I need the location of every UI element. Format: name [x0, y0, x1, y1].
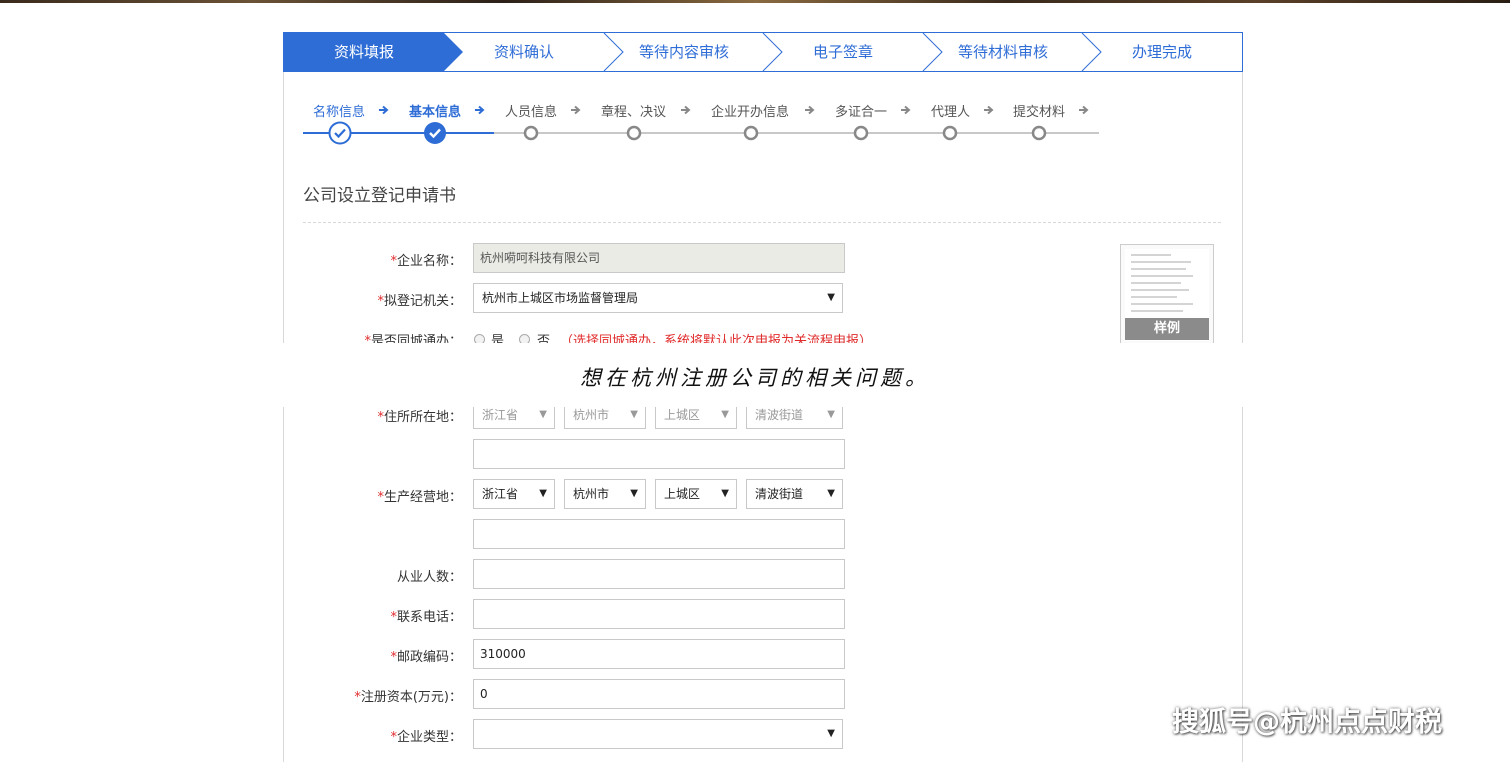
- arrow-right-icon: [984, 105, 994, 115]
- step-material-review: 等待材料审核: [957, 43, 1048, 61]
- watermark: 搜狐号@杭州点点财税: [1172, 707, 1442, 738]
- substep-remaining-line: [494, 132, 1099, 134]
- step-content-review: 等待内容审核: [638, 43, 729, 61]
- substep-personnel-info: 人员信息: [505, 105, 558, 120]
- pending-node-icon: [743, 125, 759, 141]
- step-confirm-info: 资料确认: [493, 43, 554, 61]
- overlay-caption: 想在杭州注册公司的相关问题。: [580, 366, 930, 390]
- company-type-label: *企业类型：: [390, 730, 462, 745]
- business-place-label: *生产经营地：: [377, 490, 462, 505]
- business-district-select[interactable]: 上城区 ▼: [655, 479, 737, 509]
- arrow-right-icon: [475, 105, 485, 115]
- caret-down-icon: ▼: [721, 409, 729, 420]
- substep-submit: 提交材料: [1013, 105, 1066, 120]
- sample-badge: 样例: [1125, 318, 1209, 340]
- top-decor-strip: [0, 0, 1510, 3]
- arrow-right-icon: [571, 105, 581, 115]
- pending-node-icon: [1031, 125, 1047, 141]
- caret-down-icon: ▼: [721, 488, 729, 499]
- registration-authority-select[interactable]: 杭州市上城区市场监督管理局 ▼: [473, 283, 843, 313]
- postal-code-label: *邮政编码：: [390, 650, 462, 665]
- employees-label: 从业人数：: [396, 570, 462, 585]
- arrow-right-icon: [901, 105, 911, 115]
- business-city-select[interactable]: 杭州市 ▼: [564, 479, 646, 509]
- page-title: 公司设立登记申请书: [303, 186, 456, 206]
- capital-label: *注册资本(万元)：: [354, 690, 462, 705]
- postal-code-input[interactable]: 310000: [473, 639, 845, 669]
- arrow-right-icon: [1079, 105, 1089, 115]
- pending-node-icon: [942, 125, 958, 141]
- pending-node-icon: [626, 125, 642, 141]
- domicile-city-select[interactable]: 杭州市 ▼: [564, 407, 646, 429]
- company-name-label: *企业名称：: [390, 254, 462, 269]
- arrow-right-icon: [379, 105, 389, 115]
- phone-input[interactable]: [473, 599, 845, 629]
- caret-down-icon: ▼: [630, 409, 638, 420]
- caret-down-icon: ▼: [827, 488, 835, 499]
- substep-agent: 代理人: [931, 105, 971, 120]
- arrow-right-icon: [681, 105, 691, 115]
- business-detail-input[interactable]: [473, 519, 845, 549]
- business-street-select[interactable]: 清波街道 ▼: [746, 479, 843, 509]
- substep-articles: 章程、决议: [601, 105, 667, 120]
- substep-business-setup: 企业开办信息: [711, 105, 790, 120]
- registration-authority-label: *拟登记机关：: [377, 294, 462, 309]
- step-e-signature: 电子签章: [812, 43, 873, 61]
- capital-input[interactable]: 0: [473, 679, 845, 709]
- caret-down-icon: ▼: [827, 728, 835, 739]
- phone-label: *联系电话：: [390, 610, 462, 625]
- substep-multi-cert: 多证合一: [835, 105, 888, 120]
- caret-down-icon: ▼: [539, 488, 547, 499]
- pending-node-icon: [853, 125, 869, 141]
- check-circle-outline-icon: [328, 121, 352, 145]
- domicile-district-select[interactable]: 上城区 ▼: [655, 407, 737, 429]
- pending-node-icon: [523, 125, 539, 141]
- domicile-province-select[interactable]: 浙江省 ▼: [473, 407, 555, 429]
- step-complete: 办理完成: [1131, 43, 1192, 61]
- substep-name-info[interactable]: 名称信息: [313, 101, 365, 120]
- substep-basic-info[interactable]: 基本信息: [409, 101, 461, 120]
- caret-down-icon: ▼: [630, 488, 638, 499]
- company-name-field: 杭州嗬呵科技有限公司: [473, 243, 845, 273]
- arrow-right-icon: [805, 105, 815, 115]
- caret-down-icon: ▼: [827, 409, 835, 420]
- title-divider: [303, 222, 1221, 223]
- company-type-select[interactable]: ▼: [473, 719, 843, 749]
- business-province-select[interactable]: 浙江省 ▼: [473, 479, 555, 509]
- sample-preview[interactable]: 样例: [1120, 244, 1214, 346]
- domicile-street-select[interactable]: 清波街道 ▼: [746, 407, 843, 429]
- domicile-detail-input[interactable]: [473, 439, 845, 469]
- caret-down-icon: ▼: [827, 292, 835, 303]
- caret-down-icon: ▼: [539, 409, 547, 420]
- domicile-label: *住所所在地：: [377, 410, 462, 425]
- check-circle-filled-icon: [424, 122, 446, 144]
- progress-stepbar: 资料填报 资料确认 等待内容审核 电子签章 等待材料审核 办理完成: [283, 32, 1243, 72]
- step-fill-info: 资料填报: [333, 43, 394, 61]
- employees-input[interactable]: [473, 559, 845, 589]
